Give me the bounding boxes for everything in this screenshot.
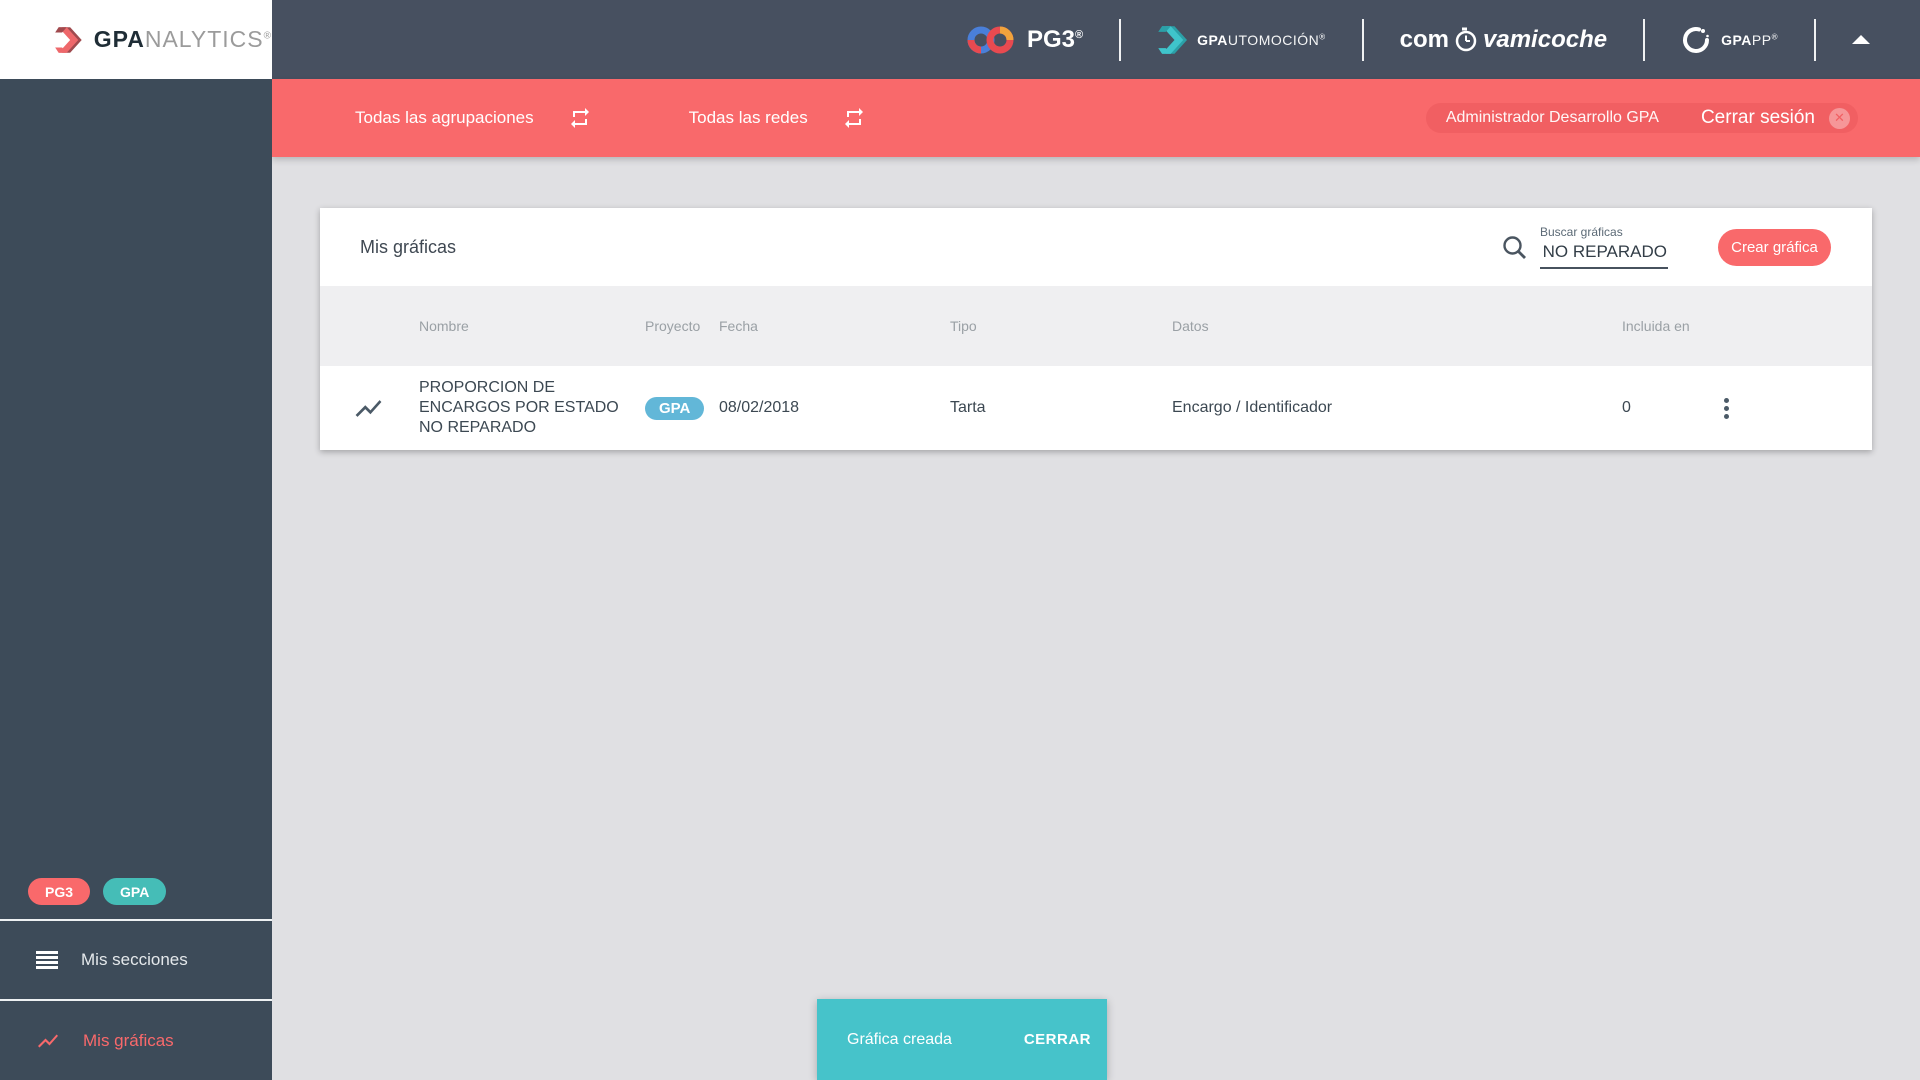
swap-icon[interactable] xyxy=(568,106,592,130)
col-fecha: Fecha xyxy=(719,318,758,334)
col-incluida-en: Incluida en xyxy=(1622,318,1690,334)
col-nombre: Nombre xyxy=(419,318,469,334)
sidebar-item-mis-secciones[interactable]: Mis secciones xyxy=(0,921,272,999)
search-input[interactable]: DO NO REPARADO xyxy=(1540,242,1668,269)
filter-redes[interactable]: Todas las redes xyxy=(689,106,866,130)
col-proyecto: Proyecto xyxy=(645,318,701,334)
card-header: Mis gráficas Buscar gráficas DO NO REPAR… xyxy=(320,208,1872,286)
brand-comprovamicoche: com vamicoche xyxy=(1399,25,1608,53)
brand-gpapp: GPAPP® xyxy=(1681,25,1778,55)
topbar-divider xyxy=(1643,18,1646,61)
topbar-divider xyxy=(1814,18,1816,61)
filter-bar: Todas las agrupaciones Todas las redes A… xyxy=(272,79,1920,157)
user-name: Administrador Desarrollo GPA xyxy=(1445,109,1659,126)
toast-close-button[interactable]: CERRAR xyxy=(1024,1031,1091,1048)
sidebar-item-label: Mis gráficas xyxy=(83,1030,174,1050)
brand-gpautomocion: GPAUTOMOCIÓN® xyxy=(1157,25,1326,54)
search-area: Buscar gráficas DO NO REPARADO Crear grá… xyxy=(1501,225,1831,269)
brand-pg3-label: PG3® xyxy=(1026,25,1084,53)
included-in-count: 0 xyxy=(1622,399,1631,416)
chart-type: Tarta xyxy=(950,399,986,416)
filter-redes-label: Todas las redes xyxy=(688,108,808,127)
sidebar-item-mis-graficas[interactable]: Mis gráficas xyxy=(0,1001,272,1080)
trend-line-icon xyxy=(38,1034,58,1047)
search-icon[interactable] xyxy=(1501,234,1528,261)
page-title: Mis gráficas xyxy=(360,236,457,257)
logout-button[interactable]: Cerrar sesión xyxy=(1701,107,1815,129)
gpanalytics-arrow-icon xyxy=(55,26,82,53)
hamburger-icon xyxy=(36,951,58,969)
search-field: Buscar gráficas DO NO REPARADO xyxy=(1540,225,1668,269)
sidebar-project-badges: PG3 GPA xyxy=(28,878,167,905)
user-session-pill: Administrador Desarrollo GPA Cerrar sesi… xyxy=(1425,103,1858,133)
toast-message: Gráfica creada xyxy=(847,1030,952,1048)
badge-gpa[interactable]: GPA xyxy=(103,878,167,905)
chart-line-icon xyxy=(355,399,382,417)
chart-name: PROPORCION DE ENCARGOS POR ESTADO NO REP… xyxy=(419,379,619,436)
search-input-value: DO NO REPARADO xyxy=(1540,242,1667,261)
table-row[interactable]: PROPORCION DE ENCARGOS POR ESTADO NO REP… xyxy=(320,366,1872,450)
app-logo: GPANALYTICS® xyxy=(0,0,272,79)
table-header: Nombre Proyecto Fecha Tipo Datos Incluid… xyxy=(320,286,1872,366)
brand-pg3: PG3® xyxy=(967,23,1083,57)
stopwatch-icon xyxy=(1455,27,1477,51)
create-chart-button[interactable]: Crear gráfica xyxy=(1718,228,1831,266)
brand-gpautomocion-label: GPAUTOMOCIÓN® xyxy=(1197,31,1326,48)
mis-graficas-card: Mis gráficas Buscar gráficas DO NO REPAR… xyxy=(320,208,1872,450)
col-tipo: Tipo xyxy=(950,318,977,334)
chart-date: 08/02/2018 xyxy=(719,399,800,416)
brand-gpapp-label: GPAPP® xyxy=(1721,31,1778,48)
chart-data-fields: Encargo / Identificador xyxy=(1172,399,1333,416)
topbar-divider xyxy=(1119,18,1122,61)
logout-x-icon[interactable]: ✕ xyxy=(1829,107,1850,129)
topbar-divider xyxy=(1361,18,1364,61)
snackbar-toast: Gráfica creada CERRAR xyxy=(817,999,1107,1080)
badge-pg3[interactable]: PG3 xyxy=(28,878,91,905)
filter-agrupaciones[interactable]: Todas las agrupaciones xyxy=(355,106,592,130)
chevron-up-icon[interactable] xyxy=(1852,35,1870,44)
gpapp-wrench-icon xyxy=(1683,26,1710,53)
swap-icon[interactable] xyxy=(842,106,866,130)
app-logo-text: GPANALYTICS® xyxy=(93,26,272,52)
filter-agrupaciones-label: Todas las agrupaciones xyxy=(355,108,534,127)
col-datos: Datos xyxy=(1172,318,1209,334)
pg3-infinity-icon xyxy=(967,26,1014,53)
search-field-label: Buscar gráficas xyxy=(1540,225,1623,239)
gpautomocion-arrow-icon xyxy=(1158,25,1188,54)
sidebar: GPANALYTICS® PG3 GPA Mis secciones Mis g… xyxy=(0,0,272,1080)
project-badge: GPA xyxy=(645,396,705,420)
row-menu-kebab-icon[interactable] xyxy=(1717,397,1735,419)
top-brand-bar: PG3® GPAUTOMOCIÓN® com vamicoche GPAPP® xyxy=(272,0,1920,79)
sidebar-item-label: Mis secciones xyxy=(81,950,188,969)
